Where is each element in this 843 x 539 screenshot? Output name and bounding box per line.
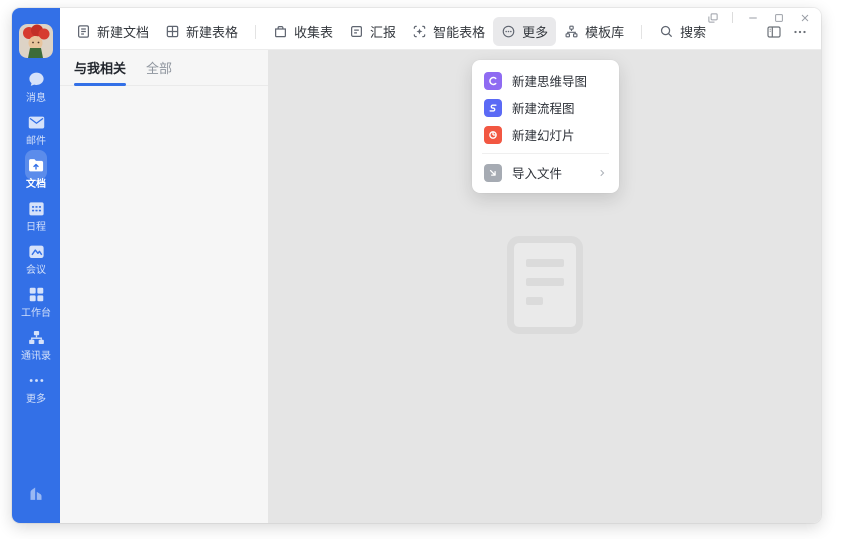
sidebar-item-mail[interactable]: 邮件 — [12, 111, 60, 154]
sidebar-item-calendar[interactable]: 日程 — [12, 197, 60, 240]
rail-more-icon — [25, 369, 47, 391]
calendar-icon — [25, 197, 47, 219]
panel-toggle-icon[interactable] — [761, 19, 787, 45]
main-column: 新建文档 新建表格 收集表 汇报 智能表格 — [60, 8, 821, 523]
app-window: 消息 邮件 文档 日程 会议 — [12, 8, 821, 523]
watermark-line — [526, 259, 564, 267]
new-sheet-button[interactable]: 新建表格 — [157, 17, 246, 46]
collect-form-button[interactable]: 收集表 — [265, 17, 341, 46]
search-button[interactable]: 搜索 — [651, 17, 714, 46]
toolbar-label: 收集表 — [294, 22, 333, 41]
toolbar: 新建文档 新建表格 收集表 汇报 智能表格 — [68, 17, 813, 46]
more-dropdown-menu: 新建思维导图 新建流程图 新建幻灯片 导入文件 — [472, 60, 619, 193]
sidebar-item-label: 消息 — [26, 92, 46, 105]
template-library-icon — [564, 24, 579, 39]
toolbar-label: 汇报 — [370, 22, 396, 41]
dock-app-icon — [25, 482, 47, 504]
toolbar-label: 新建文档 — [97, 22, 149, 41]
search-icon — [659, 24, 674, 39]
sidebar-item-label: 通讯录 — [21, 350, 51, 363]
smart-table-button[interactable]: 智能表格 — [404, 17, 493, 46]
document-watermark-icon — [507, 236, 583, 334]
smart-table-icon — [412, 24, 427, 39]
toolbar-label: 模板库 — [585, 22, 624, 41]
watermark-line — [526, 278, 564, 286]
flowchart-icon — [484, 99, 502, 117]
toolbar-separator — [641, 25, 642, 39]
menu-item-label: 新建流程图 — [512, 98, 575, 117]
sidebar-item-label: 邮件 — [26, 135, 46, 148]
sidebar-item-workbench[interactable]: 工作台 — [12, 283, 60, 326]
tab-label: 与我相关 — [74, 58, 126, 77]
chat-icon — [25, 68, 47, 90]
sidebar-item-messages[interactable]: 消息 — [12, 68, 60, 111]
mail-icon — [25, 111, 47, 133]
sidebar-item-more[interactable]: 更多 — [12, 369, 60, 412]
more-circle-icon — [501, 24, 516, 39]
sidebar-item-label: 文档 — [26, 178, 46, 191]
new-doc-button[interactable]: 新建文档 — [68, 17, 157, 46]
menu-item-label: 导入文件 — [512, 163, 562, 182]
menu-item-new-flowchart[interactable]: 新建流程图 — [472, 94, 619, 121]
sidebar: 消息 邮件 文档 日程 会议 — [12, 8, 60, 523]
contacts-icon — [25, 326, 47, 348]
menu-item-new-mindmap[interactable]: 新建思维导图 — [472, 67, 619, 94]
new-doc-icon — [76, 24, 91, 39]
workbench-icon — [25, 283, 47, 305]
more-button[interactable]: 更多 — [493, 17, 556, 46]
docs-icon — [25, 154, 47, 176]
doc-list-panel: 与我相关 全部 — [60, 50, 268, 523]
new-sheet-icon — [165, 24, 180, 39]
avatar-image — [19, 24, 53, 58]
report-button[interactable]: 汇报 — [341, 17, 404, 46]
menu-item-label: 新建幻灯片 — [512, 125, 575, 144]
menu-item-import-file[interactable]: 导入文件 — [472, 159, 619, 186]
sidebar-dock-app[interactable] — [25, 482, 47, 509]
toolbar-label: 新建表格 — [186, 22, 238, 41]
template-library-button[interactable]: 模板库 — [556, 17, 632, 46]
ellipsis-icon[interactable] — [787, 19, 813, 45]
slides-icon — [484, 126, 502, 144]
toolbar-label: 搜索 — [680, 22, 706, 41]
tab-label: 全部 — [146, 58, 172, 77]
avatar[interactable] — [19, 24, 53, 58]
sidebar-item-contacts[interactable]: 通讯录 — [12, 326, 60, 369]
content-row: 与我相关 全部 — [60, 50, 821, 523]
chevron-right-icon — [597, 168, 607, 178]
sidebar-item-label: 更多 — [26, 393, 46, 406]
sidebar-item-meetings[interactable]: 会议 — [12, 240, 60, 283]
topbar: 新建文档 新建表格 收集表 汇报 智能表格 — [60, 8, 821, 50]
toolbar-separator — [255, 25, 256, 39]
toolbar-label: 更多 — [522, 22, 548, 41]
menu-item-new-slides[interactable]: 新建幻灯片 — [472, 121, 619, 148]
watermark-line — [526, 297, 543, 305]
menu-separator — [482, 153, 609, 154]
report-icon — [349, 24, 364, 39]
meeting-icon — [25, 240, 47, 262]
collect-form-icon — [273, 24, 288, 39]
import-icon — [484, 164, 502, 182]
sidebar-item-label: 会议 — [26, 264, 46, 277]
menu-item-label: 新建思维导图 — [512, 71, 587, 90]
sidebar-item-docs[interactable]: 文档 — [12, 154, 60, 197]
doc-list-tabs: 与我相关 全部 — [60, 50, 268, 86]
sidebar-item-label: 日程 — [26, 221, 46, 234]
sidebar-item-label: 工作台 — [21, 307, 51, 320]
tab-related-to-me[interactable]: 与我相关 — [74, 50, 126, 86]
toolbar-label: 智能表格 — [433, 22, 485, 41]
mindmap-icon — [484, 72, 502, 90]
tab-all[interactable]: 全部 — [146, 50, 172, 86]
